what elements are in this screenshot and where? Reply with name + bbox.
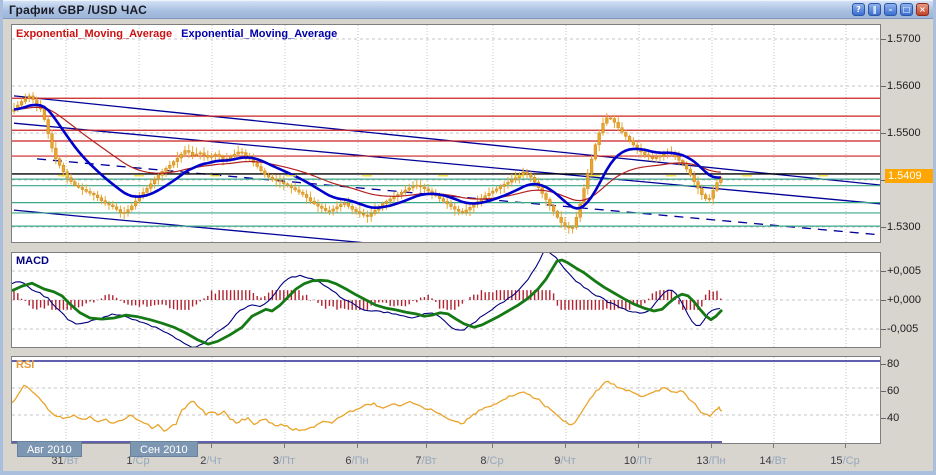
pause-button[interactable]: ‖: [868, 3, 881, 16]
scale-tick: [881, 300, 886, 301]
ema-slow-label: Exponential_Moving_Average: [181, 28, 337, 40]
window-controls: ? ‖ – □ ×: [852, 3, 929, 16]
macd-label: MACD: [16, 255, 49, 267]
date-label: 8/Ср: [468, 455, 516, 467]
rsi-scale-label: 40: [887, 411, 899, 425]
date-label: 3/Пт: [260, 455, 308, 467]
time-tick: [426, 444, 427, 448]
price-scale-label: 1.5700: [887, 32, 921, 46]
price-scale-label: 1.5600: [887, 79, 921, 93]
price-scale-label: 1.5500: [887, 126, 921, 140]
current-price-tag: 1.5409: [885, 169, 934, 183]
scale-tick: [881, 271, 886, 272]
date-label: 14/Вт: [749, 455, 797, 467]
date-label: 10/Пт: [614, 455, 662, 467]
time-tick: [773, 444, 774, 448]
time-tick: [492, 444, 493, 448]
macd-panel[interactable]: MACD: [11, 252, 881, 348]
chart-window: График GBP /USD ЧАС ? ‖ – □ × Exponentia…: [0, 0, 936, 475]
time-tick: [357, 444, 358, 448]
time-tick: [565, 444, 566, 448]
scale-tick: [881, 391, 886, 392]
maximize-button[interactable]: □: [900, 3, 913, 16]
time-tick: [638, 444, 639, 448]
month-badge: Авг 2010: [17, 441, 82, 457]
macd-scale-label: +0,005: [887, 264, 921, 278]
help-icon: ?: [856, 5, 861, 14]
rsi-label: RSI: [16, 359, 34, 371]
candlestick-chart[interactable]: [12, 25, 880, 242]
time-tick: [845, 444, 846, 448]
macd-scale-label: +0,000: [887, 293, 921, 307]
time-tick: [284, 444, 285, 448]
help-button[interactable]: ?: [852, 3, 865, 16]
scale-tick: [881, 364, 886, 365]
minimize-icon: –: [889, 5, 893, 14]
ema-fast-label: Exponential_Moving_Average: [16, 28, 172, 40]
macd-chart[interactable]: [12, 253, 880, 347]
date-label: 15/Ср: [821, 455, 869, 467]
time-tick: [211, 444, 212, 448]
date-label: 6/Пн: [333, 455, 381, 467]
close-button[interactable]: ×: [916, 3, 929, 16]
maximize-icon: □: [903, 5, 911, 14]
scale-tick: [881, 86, 886, 87]
month-badge: Сен 2010: [130, 441, 198, 457]
indicator-legend: Exponential_Moving_Average Exponential_M…: [16, 28, 337, 40]
scale-tick: [881, 227, 886, 228]
time-tick: [711, 444, 712, 448]
titlebar[interactable]: График GBP /USD ЧАС ? ‖ – □ ×: [0, 0, 936, 19]
date-label: 9/Чт: [541, 455, 589, 467]
scale-tick: [881, 329, 886, 330]
minimize-button[interactable]: –: [884, 3, 897, 16]
price-chart-panel[interactable]: Exponential_Moving_Average Exponential_M…: [11, 24, 881, 243]
rsi-panel[interactable]: RSI: [11, 356, 881, 444]
date-label: 13/Пн: [687, 455, 735, 467]
date-label: 7/Вт: [402, 455, 450, 467]
close-icon: ×: [919, 5, 926, 14]
scale-tick: [881, 39, 886, 40]
rsi-chart[interactable]: [12, 357, 880, 443]
scale-tick: [881, 133, 886, 134]
scale-tick: [881, 418, 886, 419]
pause-icon: ‖: [873, 5, 877, 14]
price-scale-label: 1.5300: [887, 220, 921, 234]
macd-scale-label: -0,005: [887, 322, 918, 336]
rsi-scale-label: 60: [887, 384, 899, 398]
rsi-scale-label: 80: [887, 357, 899, 371]
window-title: График GBP /USD ЧАС: [0, 3, 147, 17]
